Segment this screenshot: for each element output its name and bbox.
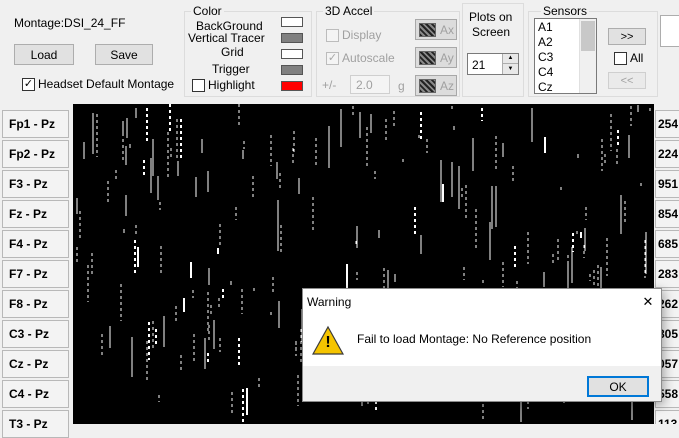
channel-label: F4 - Pz (2, 230, 69, 258)
channel-value: 951 (655, 170, 679, 198)
channel-value: 254 (655, 110, 679, 138)
grid-color-swatch[interactable] (281, 49, 303, 59)
sensor-list[interactable]: A1 A2 C3 C4 Cz (534, 18, 597, 94)
warning-triangle-icon: ! (311, 325, 345, 357)
plots-value: 21 (472, 58, 486, 72)
channel-label: Fz - Pz (2, 200, 69, 228)
accel-az-button[interactable]: Az (415, 75, 457, 96)
montage-label: Montage:DSI_24_FF (14, 16, 126, 30)
close-icon[interactable]: ✕ (637, 291, 659, 313)
channel-value: 283 (655, 260, 679, 288)
all-sensors-label: All (630, 51, 644, 65)
channel-value: 113 (655, 410, 679, 424)
channel-label: Fp1 - Pz (2, 110, 69, 138)
vertical-tracer-color-label: Vertical Tracer (188, 31, 265, 45)
sensor-item-a1[interactable]: A1 (538, 20, 553, 35)
channel-label: F8 - Pz (2, 290, 69, 318)
headset-default-label: Headset Default Montage (38, 77, 175, 91)
trigger-color-swatch[interactable] (281, 65, 303, 75)
highlight-color-swatch[interactable] (281, 81, 303, 91)
sensors-group-title: Sensors (541, 4, 590, 18)
accel-ax-label: Ax (440, 23, 455, 37)
sensor-item-c4[interactable]: C4 (538, 65, 553, 80)
right-edge-panel (660, 15, 679, 47)
trigger-color-label: Trigger (212, 62, 250, 76)
spin-down-icon[interactable]: ▼ (502, 64, 518, 74)
accel-group-title: 3D Accel (323, 4, 375, 18)
accel-range-prefix: +/- (322, 78, 337, 92)
load-button[interactable]: Load (14, 44, 74, 65)
color-group-title: Color (191, 4, 224, 18)
channel-label-column: Fp1 - Pz Fp2 - Pz F3 - Pz Fz - Pz F4 - P… (0, 104, 71, 438)
toolbar: Montage:DSI_24_FF Load Save ✓ Headset De… (0, 0, 679, 100)
dialog-title: Warning (307, 295, 352, 309)
remove-sensor-button[interactable]: << (608, 72, 646, 89)
plots-spinner[interactable]: 21 ▲ ▼ (467, 53, 519, 75)
all-sensors-checkbox[interactable] (614, 52, 627, 65)
channel-label: Cz - Pz (2, 350, 69, 378)
save-button[interactable]: Save (95, 44, 153, 65)
background-color-swatch[interactable] (281, 17, 303, 27)
accel-autoscale-label: Autoscale (342, 51, 395, 65)
vertical-tracer-color-swatch[interactable] (281, 33, 303, 43)
highlight-label: Highlight (208, 78, 255, 92)
scrollbar-thumb[interactable] (581, 21, 595, 51)
dialog-footer: OK (303, 366, 661, 401)
plots-title-line1: Plots on (469, 10, 513, 24)
dialog-message: Fail to load Montage: No Reference posit… (357, 332, 592, 346)
accel-display-label: Display (342, 28, 382, 42)
headset-default-checkbox[interactable]: ✓ (22, 78, 35, 91)
channel-value: 854 (655, 200, 679, 228)
accel-az-label: Az (440, 79, 455, 93)
highlight-checkbox[interactable] (192, 79, 205, 92)
accel-ay-label: Ay (440, 51, 454, 65)
accel-autoscale-checkbox[interactable]: ✓ (326, 52, 339, 65)
channel-label: C4 - Pz (2, 380, 69, 408)
accel-ax-button[interactable]: Ax (415, 19, 457, 40)
spin-up-icon[interactable]: ▲ (502, 54, 518, 64)
az-pattern-icon (419, 79, 436, 93)
channel-value: 224 (655, 140, 679, 168)
ax-pattern-icon (419, 23, 436, 37)
grid-color-label: Grid (221, 45, 244, 59)
sensor-item-c3[interactable]: C3 (538, 50, 553, 65)
warning-dialog: Warning ✕ ! Fail to load Montage: No Ref… (302, 288, 662, 402)
sensor-list-scrollbar[interactable] (579, 19, 596, 93)
ay-pattern-icon (419, 51, 436, 65)
plots-title-line2: Screen (472, 25, 511, 39)
accel-ay-button[interactable]: Ay (415, 47, 457, 68)
ok-button[interactable]: OK (587, 376, 649, 397)
channel-label: T3 - Pz (2, 410, 69, 438)
channel-label: F7 - Pz (2, 260, 69, 288)
accel-display-checkbox[interactable] (326, 29, 339, 42)
accel-range-unit: g (398, 79, 405, 93)
sensor-item-a2[interactable]: A2 (538, 35, 553, 50)
sensor-item-cz[interactable]: Cz (538, 80, 553, 93)
channel-label: Fp2 - Pz (2, 140, 69, 168)
channel-value: 685 (655, 230, 679, 258)
accel-range-input[interactable]: 2.0 (350, 75, 390, 94)
warning-glyph: ! (325, 334, 331, 351)
channel-label: F3 - Pz (2, 170, 69, 198)
add-sensor-button[interactable]: >> (608, 28, 646, 45)
channel-label: C3 - Pz (2, 320, 69, 348)
